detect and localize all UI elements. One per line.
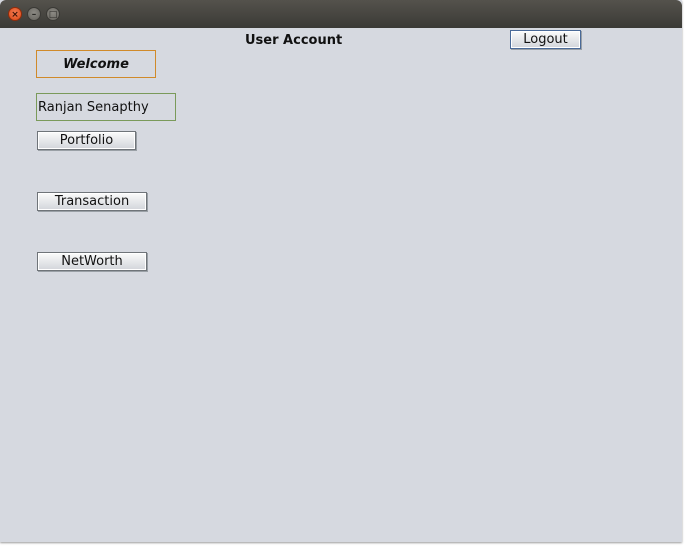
welcome-label: Welcome: [36, 50, 156, 78]
logout-button[interactable]: Logout: [510, 30, 581, 49]
window-titlebar[interactable]: × – □: [0, 0, 682, 28]
maximize-icon[interactable]: □: [46, 7, 60, 21]
user-account-window: × – □ User Account Logout Welcome Ranjan…: [0, 0, 682, 542]
networth-button[interactable]: NetWorth: [37, 252, 147, 271]
portfolio-button[interactable]: Portfolio: [37, 131, 136, 150]
transaction-button[interactable]: Transaction: [37, 192, 147, 211]
user-name-field: Ranjan Senapthy: [36, 93, 176, 121]
page-title: User Account: [245, 33, 343, 48]
minimize-icon[interactable]: –: [27, 7, 41, 21]
close-icon[interactable]: ×: [8, 7, 22, 21]
